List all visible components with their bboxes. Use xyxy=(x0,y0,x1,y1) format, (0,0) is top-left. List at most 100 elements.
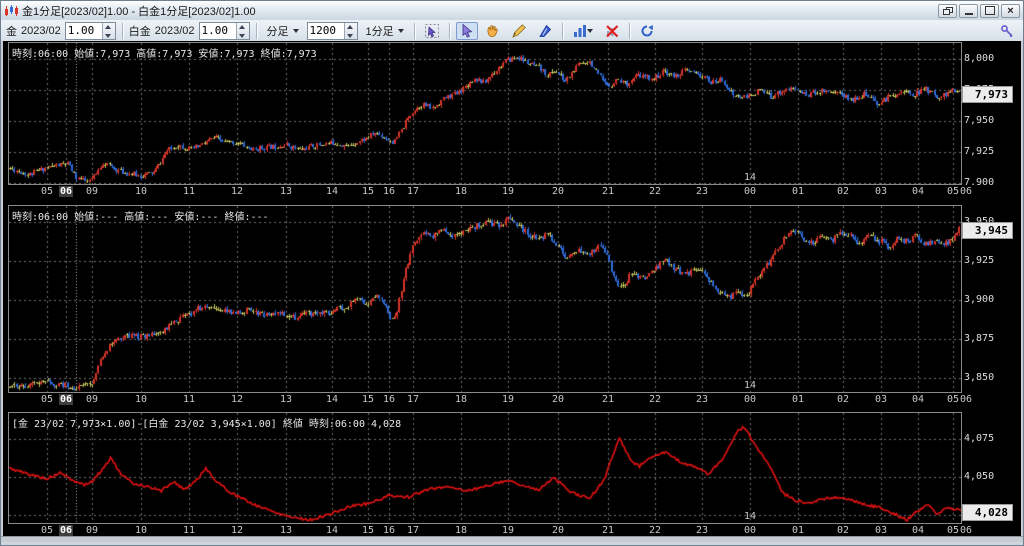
close-button[interactable]: × xyxy=(1001,4,1020,18)
delete-drawings-button[interactable] xyxy=(601,22,623,40)
platinum-plot-frame xyxy=(8,205,962,393)
x-time-label: 06 xyxy=(59,186,73,197)
frame-select-icon xyxy=(425,24,439,38)
gold-x-axis: 0506091011121314151617181920212223000102… xyxy=(1,185,1019,199)
platinum-info-line: 時刻:06:00 始値:--- 高値:--- 安値:--- 終値:--- xyxy=(12,208,269,223)
gold-ratio-spin-buttons[interactable] xyxy=(102,23,115,39)
x-time-label: 04 xyxy=(912,394,924,405)
x-time-label: 19 xyxy=(502,525,514,536)
platinum-ratio-input[interactable] xyxy=(200,23,236,39)
x-time-label: 14 xyxy=(326,394,338,405)
platinum-y-axis: 3,9503,9253,9003,8753,8503,945 xyxy=(962,205,1015,393)
interval-label: 1分足 xyxy=(366,23,394,39)
x-time-label: 21 xyxy=(602,394,614,405)
bar-type-label: 分足 xyxy=(267,23,289,39)
refresh-button[interactable] xyxy=(636,22,658,40)
bar-type-dropdown[interactable]: 分足 xyxy=(263,21,303,41)
x-time-label: 15 xyxy=(362,186,374,197)
x-time-label: 05 xyxy=(947,186,959,197)
x-time-label: 15 xyxy=(362,394,374,405)
x-time-label: 03 xyxy=(875,186,887,197)
x-time-label: 06 xyxy=(960,525,972,536)
spin-up-icon[interactable] xyxy=(237,23,249,31)
gold-candlestick-plot[interactable] xyxy=(9,43,961,184)
x-time-label: 04 xyxy=(912,186,924,197)
refresh-icon xyxy=(640,24,654,38)
spin-down-icon[interactable] xyxy=(237,31,249,39)
y-tick-label: 3,900 xyxy=(964,294,994,305)
x-time-label: 19 xyxy=(502,394,514,405)
x-time-label: 05 xyxy=(947,525,959,536)
float-window-button[interactable] xyxy=(938,4,957,18)
platinum-ratio-spinner xyxy=(199,22,250,40)
x-time-label: 05 xyxy=(41,525,53,536)
x-time-label: 20 xyxy=(552,525,564,536)
minimize-button[interactable] xyxy=(959,4,978,18)
pencil-tool-button[interactable] xyxy=(508,22,530,40)
last-price-tag: 4,028 xyxy=(962,504,1013,521)
y-tick-label: 3,875 xyxy=(964,333,994,344)
toolbar-separator xyxy=(414,23,415,39)
frame-select-tool-button[interactable] xyxy=(421,22,443,40)
maximize-icon xyxy=(985,6,995,15)
x-time-label: 20 xyxy=(552,186,564,197)
x-time-label: 05 xyxy=(41,394,53,405)
spin-down-icon[interactable] xyxy=(345,31,357,39)
x-time-label: 17 xyxy=(407,394,419,405)
x-time-label: 14 xyxy=(326,525,338,536)
x-time-label: 23 xyxy=(696,394,708,405)
window-frame-left xyxy=(1,41,3,542)
pen-tool-button[interactable] xyxy=(534,22,556,40)
x-time-label: 11 xyxy=(183,525,195,536)
minimize-icon xyxy=(965,13,973,15)
toolbar: 金 2023/02 白金 2023/02 分足 1分足 xyxy=(1,20,1023,42)
app-icon xyxy=(4,5,18,17)
toolbar-separator xyxy=(449,23,450,39)
maximize-button[interactable] xyxy=(980,4,999,18)
y-tick-label: 8,000 xyxy=(964,53,994,64)
settings-button[interactable] xyxy=(996,22,1018,40)
float-icon xyxy=(943,7,952,15)
spin-down-icon[interactable] xyxy=(103,31,115,39)
x-time-label: 01 xyxy=(792,525,804,536)
platinum-x-axis: 0506091011121314151617181920212223000102… xyxy=(1,393,1019,407)
pan-hand-tool-button[interactable] xyxy=(482,22,504,40)
interval-dropdown[interactable]: 1分足 xyxy=(362,21,408,41)
x-time-label: 00 xyxy=(744,525,756,536)
bar-count-spin-buttons[interactable] xyxy=(344,23,357,39)
wrench-icon xyxy=(1000,24,1014,38)
chart-style-dropdown-button[interactable] xyxy=(569,22,597,40)
x-time-label: 02 xyxy=(837,186,849,197)
toolbar-separator xyxy=(629,23,630,39)
chart-app-window: 金1分足[2023/02]1.00 - 白金1分足[2023/02]1.00 ×… xyxy=(0,0,1024,546)
x-time-label: 02 xyxy=(837,394,849,405)
x-time-label: 06 xyxy=(59,525,73,536)
x-time-label: 16 xyxy=(383,394,395,405)
spin-up-icon[interactable] xyxy=(345,23,357,31)
toolbar-separator xyxy=(562,23,563,39)
x-time-label: 01 xyxy=(792,394,804,405)
bar-chart-icon xyxy=(573,24,587,38)
gold-ratio-spinner xyxy=(65,22,116,40)
pointer-tool-button[interactable] xyxy=(456,22,478,40)
x-time-label: 22 xyxy=(649,186,661,197)
gold-month-label: 2023/02 xyxy=(21,25,61,37)
toolbar-separator xyxy=(122,23,123,39)
x-time-label: 00 xyxy=(744,394,756,405)
last-price-tag: 7,973 xyxy=(962,86,1013,103)
toolbar-separator xyxy=(256,23,257,39)
gold-info-line: 時刻:06:00 始値:7,973 高値:7,973 安値:7,973 終値:7… xyxy=(12,45,317,60)
x-time-label: 02 xyxy=(837,525,849,536)
bar-count-spinner xyxy=(307,22,358,40)
pen-icon xyxy=(538,24,552,38)
x-time-label: 16 xyxy=(383,525,395,536)
platinum-ratio-spin-buttons[interactable] xyxy=(236,23,249,39)
titlebar: 金1分足[2023/02]1.00 - 白金1分足[2023/02]1.00 × xyxy=(1,1,1023,21)
bar-count-input[interactable] xyxy=(308,23,344,39)
platinum-candlestick-plot[interactable] xyxy=(9,206,961,392)
x-time-label: 12 xyxy=(231,186,243,197)
gold-ratio-input[interactable] xyxy=(66,23,102,39)
x-time-label: 10 xyxy=(135,525,147,536)
date-label: 14 xyxy=(744,380,756,391)
spin-up-icon[interactable] xyxy=(103,23,115,31)
